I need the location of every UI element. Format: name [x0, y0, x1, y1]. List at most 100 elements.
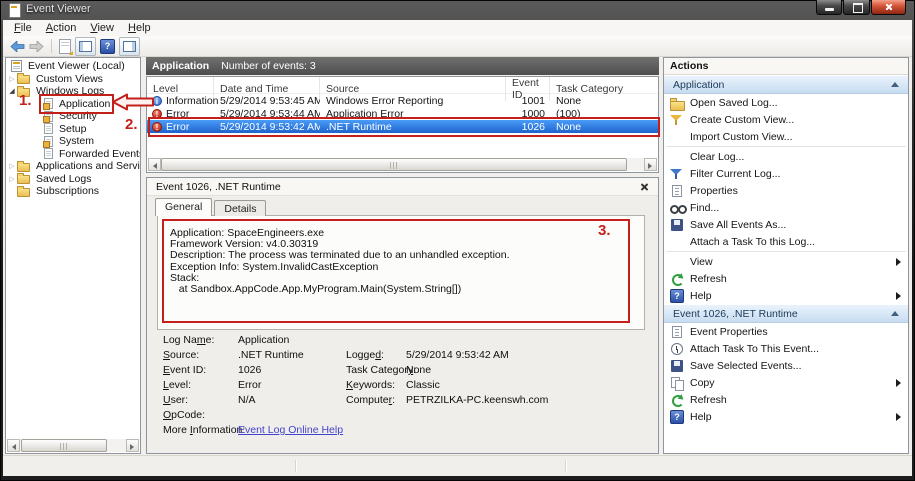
event-id-cell: 1000 [506, 108, 550, 120]
action-save-all-events-as[interactable]: Save All Events As... [664, 216, 908, 233]
folder-icon [17, 175, 30, 184]
event-row-information-1001[interactable]: Information 5/29/2014 9:53:45 AM Windows… [147, 94, 658, 107]
action-event-properties[interactable]: Event Properties [664, 323, 908, 340]
action-open-saved-log[interactable]: Open Saved Log... [664, 94, 908, 111]
tree-item-subscriptions[interactable]: Subscriptions [6, 185, 140, 198]
titlebar[interactable]: Event Viewer [0, 0, 915, 20]
status-bar [3, 455, 912, 476]
tree-item-forwarded-events[interactable]: Forwarded Events [6, 148, 140, 161]
action-refresh-event[interactable]: Refresh [664, 391, 908, 408]
collapse-section-icon[interactable] [891, 311, 899, 316]
console-tree: Event Viewer (Local) Custom Views Window… [6, 58, 140, 198]
window-controls [816, 0, 906, 15]
funnel-yellow-icon [670, 113, 684, 127]
action-view[interactable]: View [664, 253, 908, 270]
tree-item-saved-logs[interactable]: Saved Logs [6, 173, 140, 186]
action-save-selected-events[interactable]: Save Selected Events... [664, 357, 908, 374]
source-cell: Windows Error Reporting [320, 95, 506, 107]
folder-icon [17, 75, 30, 84]
tree-item-system[interactable]: System [6, 135, 140, 148]
chevron-collapsed-icon[interactable] [7, 161, 17, 171]
scroll-left-arrow[interactable] [148, 158, 161, 171]
action-attach-task-to-log[interactable]: Attach a Task To this Log... [664, 233, 908, 250]
action-clear-log[interactable]: Clear Log... [664, 148, 908, 165]
field-label-opcode: OpCode: [163, 409, 205, 421]
chevron-expanded-icon[interactable] [7, 86, 17, 96]
field-label-user: User: [163, 394, 188, 406]
tree-item-event-viewer-local[interactable]: Event Viewer (Local) [6, 60, 140, 73]
floppy-icon [670, 359, 684, 373]
tree-item-applications-and-services-logs[interactable]: Applications and Services Lo [6, 160, 140, 173]
tree-horizontal-scrollbar[interactable] [7, 439, 139, 452]
event-id-cell: 1026 [506, 121, 550, 133]
event-row-error-1000[interactable]: Error 5/29/2014 9:53:44 AM Application E… [147, 107, 658, 120]
binoculars-icon [670, 201, 684, 215]
chevron-collapsed-icon[interactable] [7, 74, 17, 84]
blank-icon [670, 150, 684, 164]
close-detail-icon[interactable] [640, 182, 649, 191]
export-list-icon[interactable] [59, 39, 71, 54]
toggle-action-pane-button[interactable] [119, 37, 140, 56]
action-properties[interactable]: Properties [664, 182, 908, 199]
menu-item-action[interactable]: Action [40, 21, 85, 35]
action-help[interactable]: Help [664, 287, 908, 304]
field-label-event-id: Event ID: [163, 364, 206, 376]
tab-details[interactable]: Details [214, 200, 266, 216]
tree-label: System [57, 135, 96, 147]
action-filter-current-log[interactable]: Filter Current Log... [664, 165, 908, 182]
menu-item-help[interactable]: Help [122, 21, 159, 35]
actions-pane: Actions Application Open Saved Log... Cr… [663, 57, 909, 454]
action-attach-task-to-event[interactable]: Attach Task To This Event... [664, 340, 908, 357]
action-refresh[interactable]: Refresh [664, 270, 908, 287]
list-horizontal-scrollbar[interactable] [148, 158, 657, 171]
tab-general[interactable]: General [155, 198, 212, 216]
menu-item-file[interactable]: File [8, 21, 40, 35]
actions-section-application[interactable]: Application [664, 75, 908, 94]
back-arrow-icon[interactable] [10, 41, 25, 52]
event-row-error-1026-selected[interactable]: Error 5/29/2014 9:53:42 AM .NET Runtime … [147, 120, 658, 133]
close-button[interactable] [871, 0, 906, 15]
action-find[interactable]: Find... [664, 199, 908, 216]
actions-separator [666, 146, 906, 147]
help-toolbar-icon[interactable] [100, 39, 115, 54]
scrollbar-thumb[interactable] [21, 439, 107, 452]
funnel-blue-icon [670, 167, 684, 181]
chevron-collapsed-icon[interactable] [7, 174, 17, 184]
minimize-button[interactable] [816, 0, 842, 15]
scroll-right-arrow[interactable] [644, 158, 657, 171]
field-value-computer: PETRZILKA-PC.keenswh.com [406, 394, 548, 406]
scrollbar-thumb[interactable] [161, 158, 627, 171]
tree-item-custom-views[interactable]: Custom Views [6, 73, 140, 86]
app-surface: File Action View Help Event Viewer (Loca… [3, 20, 912, 476]
maximize-button[interactable] [843, 0, 870, 15]
annotation-step-2: 2. [125, 116, 138, 133]
console-root-icon [11, 60, 22, 72]
action-import-custom-view[interactable]: Import Custom View... [664, 128, 908, 145]
tree-item-setup[interactable]: Setup [6, 123, 140, 136]
forward-arrow-icon[interactable] [29, 41, 44, 52]
properties-icon [670, 184, 684, 198]
toolbar-separator [51, 39, 52, 53]
field-label-computer: Computer: [346, 394, 395, 406]
scroll-left-arrow[interactable] [7, 439, 20, 452]
field-value-logged: 5/29/2014 9:53:42 AM [406, 349, 509, 361]
field-value-event-id: 1026 [238, 364, 261, 376]
help-icon [670, 289, 684, 303]
action-copy[interactable]: Copy [664, 374, 908, 391]
menu-item-view[interactable]: View [84, 21, 122, 35]
tree-label: Setup [57, 123, 88, 135]
event-log-online-help-link[interactable]: Event Log Online Help [238, 424, 343, 436]
scroll-right-arrow[interactable] [126, 439, 139, 452]
tree-item-security[interactable]: Security [6, 110, 140, 123]
actions-section-event-1026[interactable]: Event 1026, .NET Runtime [664, 304, 908, 323]
window-title: Event Viewer [26, 3, 91, 15]
folder-icon [17, 163, 30, 172]
action-help-event[interactable]: Help [664, 408, 908, 425]
collapse-section-icon[interactable] [891, 82, 899, 87]
section-header-label: Application [673, 79, 724, 91]
event-log-icon [44, 111, 53, 122]
action-create-custom-view[interactable]: Create Custom View... [664, 111, 908, 128]
toggle-console-tree-button[interactable] [75, 37, 96, 56]
console-tree-panel: Event Viewer (Local) Custom Views Window… [5, 57, 141, 454]
event-list-panel: Application Number of events: 3 Level Da… [146, 57, 659, 454]
